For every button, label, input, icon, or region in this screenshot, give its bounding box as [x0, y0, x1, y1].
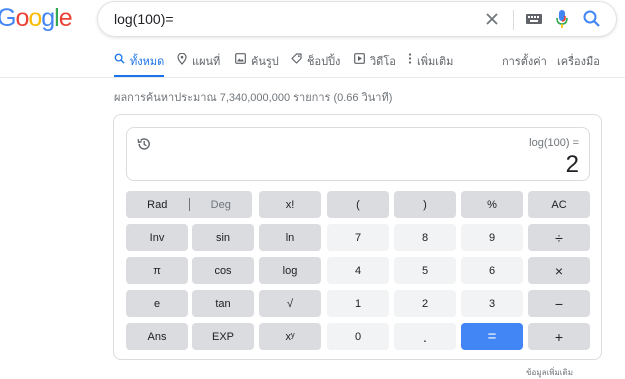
search-icon[interactable]: [582, 9, 604, 31]
image-icon: [235, 53, 246, 64]
digit-1-key[interactable]: 1: [327, 290, 389, 317]
tag-icon: [291, 53, 302, 64]
exp-key[interactable]: EXP: [192, 323, 254, 350]
tab-label: วิดีโอ: [370, 56, 396, 68]
search-divider: [513, 10, 514, 30]
open-paren-key[interactable]: (: [327, 191, 389, 218]
subtract-key[interactable]: −: [528, 290, 590, 317]
more-vert-icon: [408, 53, 412, 64]
ln-key[interactable]: ln: [259, 224, 321, 251]
rad-button[interactable]: Rad: [126, 199, 189, 211]
decimal-key[interactable]: .: [394, 323, 456, 350]
factorial-key[interactable]: x!: [259, 191, 321, 218]
tab-label: แผนที่: [192, 56, 221, 68]
tab-shopping[interactable]: ช็อปปิ้ง: [291, 52, 340, 78]
search-input[interactable]: [114, 10, 444, 28]
tab-more[interactable]: เพิ่มเติม: [408, 52, 453, 78]
euler-key[interactable]: e: [126, 290, 188, 317]
close-paren-key[interactable]: ): [394, 191, 456, 218]
all-clear-key[interactable]: AC: [528, 191, 590, 218]
sin-key[interactable]: sin: [192, 224, 254, 251]
deg-button[interactable]: Deg: [190, 199, 253, 211]
more-info-link[interactable]: ข้อมูลเพิ่มเติม: [526, 366, 573, 379]
tab-label: การตั้งค่า: [502, 56, 547, 68]
calculator-result: 2: [565, 151, 579, 178]
divide-key[interactable]: ÷: [528, 224, 590, 251]
history-icon[interactable]: [136, 136, 152, 152]
tabs-divider: [0, 77, 625, 78]
search-box: [97, 1, 617, 37]
digit-9-key[interactable]: 9: [461, 224, 523, 251]
add-key[interactable]: +: [528, 323, 590, 350]
tab-videos[interactable]: วิดีโอ: [354, 52, 396, 78]
digit-0-key[interactable]: 0: [327, 323, 389, 350]
tab-all[interactable]: ทั้งหมด: [114, 52, 165, 78]
digit-4-key[interactable]: 4: [327, 257, 389, 284]
keyboard-icon[interactable]: [525, 11, 543, 27]
microphone-icon[interactable]: [554, 7, 570, 31]
tab-settings[interactable]: การตั้งค่า: [502, 52, 547, 78]
search-icon: [114, 53, 125, 64]
tab-label: ทั้งหมด: [130, 56, 165, 68]
tab-tools[interactable]: เครื่องมือ: [557, 52, 600, 78]
result-stats: ผลการค้นหาประมาณ 7,340,000,000 รายการ (0…: [114, 92, 393, 104]
tab-images[interactable]: ค้นรูป: [235, 52, 279, 78]
logo-letter-g2: g: [41, 4, 55, 32]
google-logo[interactable]: Google: [0, 4, 73, 33]
rad-deg-toggle[interactable]: Rad Deg: [126, 191, 252, 218]
logo-letter-g: G: [0, 4, 16, 32]
close-icon[interactable]: [481, 8, 503, 30]
logo-letter-o1: o: [15, 4, 29, 32]
calculator-display: log(100) = 2: [126, 127, 590, 181]
log-key[interactable]: log: [259, 257, 321, 284]
logo-letter-e: e: [58, 4, 73, 32]
percent-key[interactable]: %: [461, 191, 523, 218]
tan-key[interactable]: tan: [192, 290, 254, 317]
tab-maps[interactable]: แผนที่: [177, 52, 220, 78]
cos-key[interactable]: cos: [192, 257, 254, 284]
digit-6-key[interactable]: 6: [461, 257, 523, 284]
digit-7-key[interactable]: 7: [327, 224, 389, 251]
sqrt-key[interactable]: √: [259, 290, 321, 317]
calculator-widget: log(100) = 2 Rad Deg x! ( ) % AC Inv sin…: [113, 114, 602, 360]
power-key[interactable]: xʸ: [259, 323, 321, 350]
inverse-key[interactable]: Inv: [126, 224, 188, 251]
tab-label: เครื่องมือ: [557, 56, 600, 68]
calculator-expression: log(100) =: [529, 137, 579, 149]
answer-key[interactable]: Ans: [126, 323, 188, 350]
digit-5-key[interactable]: 5: [394, 257, 456, 284]
tab-label: เพิ่มเติม: [417, 56, 454, 68]
logo-letter-o2: o: [28, 4, 42, 32]
tab-label: ค้นรูป: [251, 56, 279, 68]
video-icon: [354, 53, 365, 64]
pi-key[interactable]: π: [126, 257, 188, 284]
search-tabs: ทั้งหมด แผนที่ ค้นรูป ช็อปปิ้ง วิดีโอ เพ…: [0, 52, 625, 78]
digit-8-key[interactable]: 8: [394, 224, 456, 251]
digit-3-key[interactable]: 3: [461, 290, 523, 317]
map-pin-icon: [177, 53, 187, 65]
equals-key[interactable]: =: [461, 323, 523, 350]
digit-2-key[interactable]: 2: [394, 290, 456, 317]
tab-label: ช็อปปิ้ง: [307, 56, 341, 68]
multiply-key[interactable]: ×: [528, 257, 590, 284]
